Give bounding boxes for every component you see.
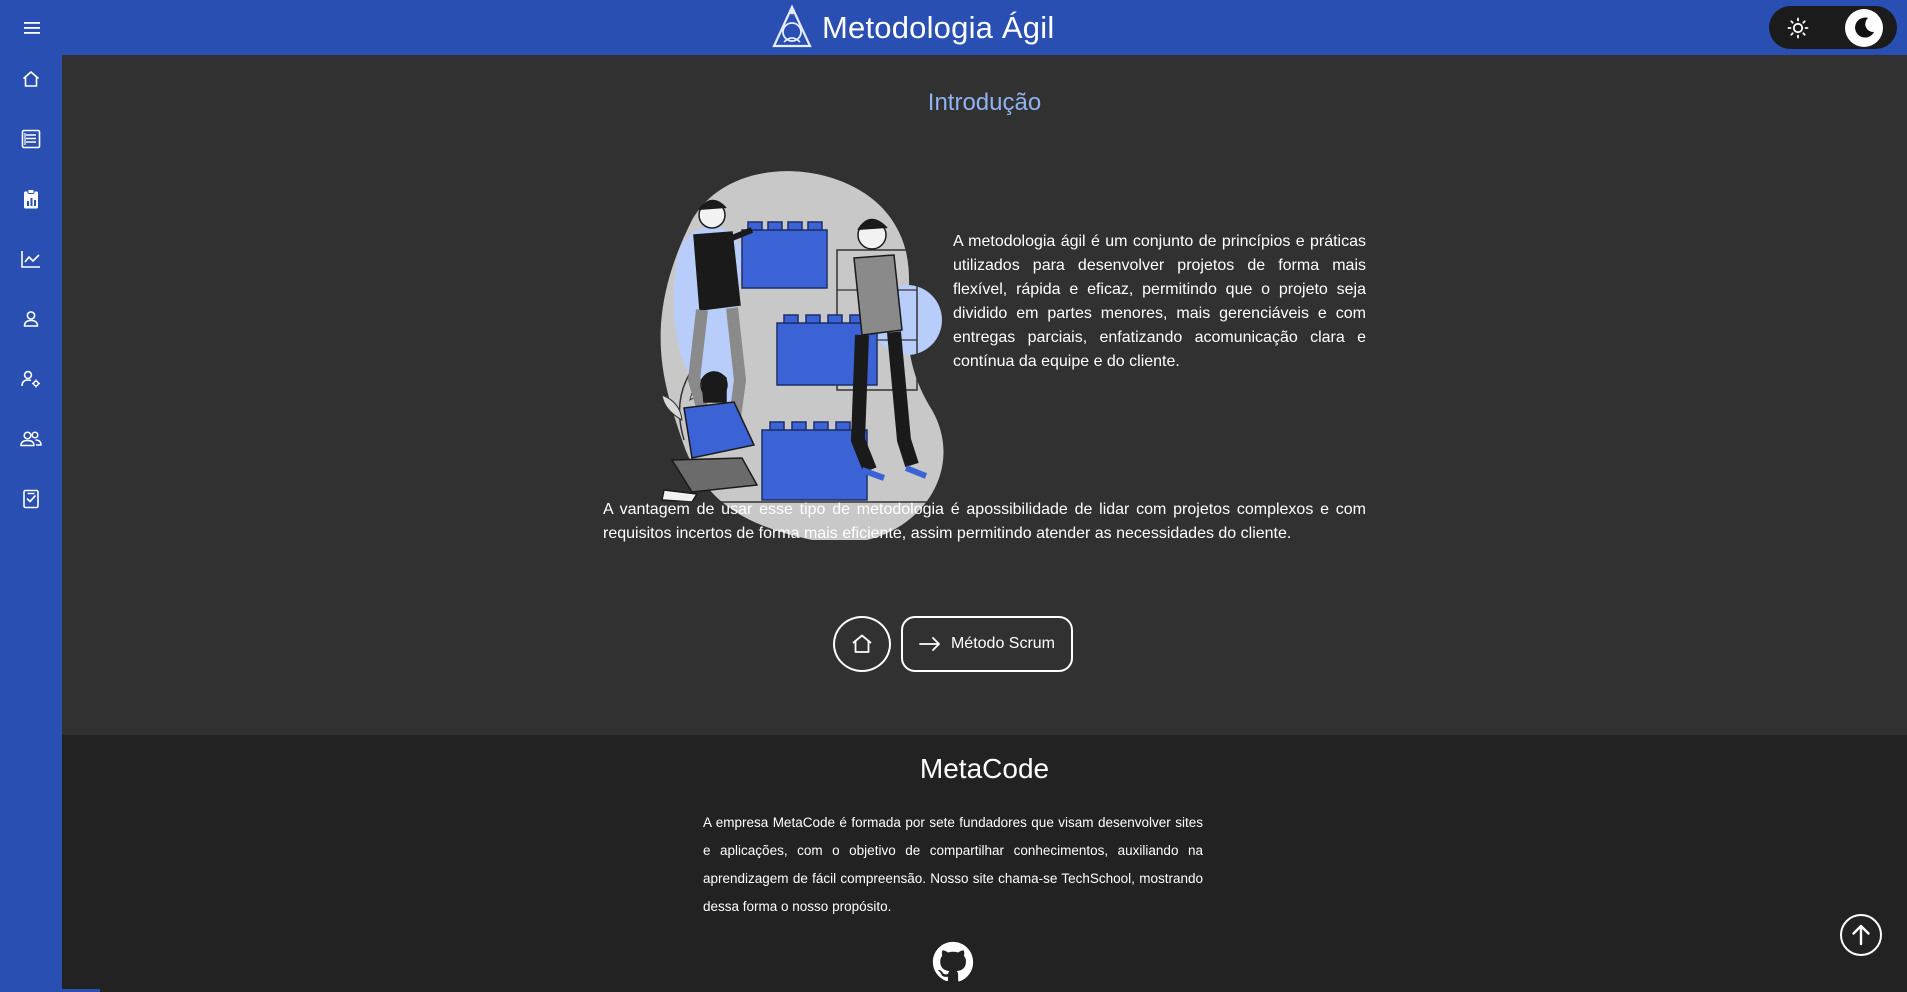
user-gear-icon: [21, 370, 40, 388]
sun-icon: [1787, 17, 1809, 39]
dark-theme-button[interactable]: [1845, 9, 1883, 47]
main-content: Introdução A metodologia ágil é um conju…: [62, 55, 1907, 735]
github-icon: [932, 941, 974, 982]
sidebar-item-home[interactable]: [17, 65, 45, 93]
home-button[interactable]: [833, 616, 891, 672]
arrow-right-icon: [919, 637, 940, 651]
sidebar-item-user-settings[interactable]: [17, 365, 45, 393]
clipboard-chart-icon: [24, 189, 38, 209]
users-icon: [20, 431, 42, 447]
arrow-up-circle-icon: [1852, 924, 1870, 946]
brand[interactable]: Metodologia Ágil: [770, 4, 1054, 52]
home-icon: [22, 71, 40, 87]
footer: MetaCode A empresa MetaCode é formada po…: [62, 735, 1907, 992]
top-header: Metodologia Ágil: [0, 0, 1907, 55]
newspaper-icon: [21, 129, 41, 149]
menu-button[interactable]: [18, 14, 46, 42]
app-title: Metodologia Ágil: [822, 10, 1055, 45]
home-icon: [852, 634, 872, 653]
footer-description: A empresa MetaCode é formada por sete fu…: [703, 815, 1203, 914]
sidebar-item-team[interactable]: [17, 425, 45, 453]
sidebar-item-user[interactable]: [17, 305, 45, 333]
sidebar-item-articles[interactable]: [17, 125, 45, 153]
theme-toggle[interactable]: [1769, 6, 1897, 49]
sidebar: [0, 55, 62, 992]
github-link[interactable]: [931, 940, 975, 984]
hamburger-menu-icon: [24, 22, 40, 34]
team-building-blocks-illustration: [660, 171, 944, 540]
user-icon: [23, 311, 39, 327]
intro-paragraph: A metodologia ágil é um conjunto de prin…: [953, 233, 1366, 370]
checklist-icon: [23, 489, 39, 509]
scroll-to-top-button[interactable]: [1840, 914, 1882, 956]
sidebar-item-tasks[interactable]: [17, 485, 45, 513]
sidebar-item-charts[interactable]: [17, 245, 45, 273]
moon-icon: [1855, 17, 1874, 38]
page-title: Introdução: [927, 89, 1042, 116]
line-chart-icon: [21, 251, 40, 268]
triangle-compass-logo-icon: [772, 4, 812, 48]
light-theme-button[interactable]: [1785, 15, 1811, 41]
footer-title: MetaCode: [919, 753, 1050, 784]
next-button-label: Método Scrum: [950, 635, 1056, 652]
advantage-paragraph: A vantagem de usar esse tipo de metodolo…: [603, 501, 1366, 542]
next-method-scrum-button[interactable]: Método Scrum: [901, 616, 1073, 672]
sidebar-item-reports[interactable]: [17, 185, 45, 213]
